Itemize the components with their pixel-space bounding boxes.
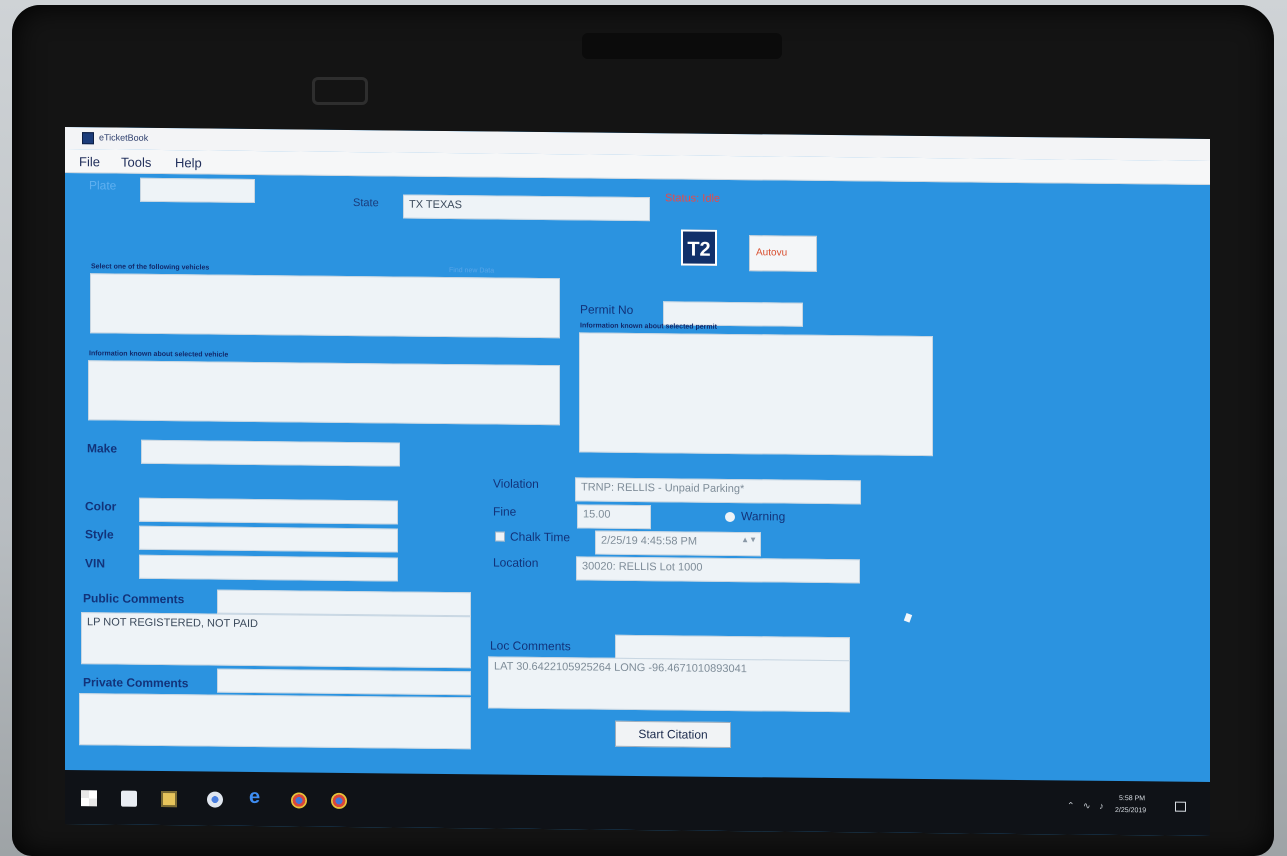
menu-tools[interactable]: Tools	[121, 155, 151, 170]
private-comments-header-field[interactable]	[217, 668, 471, 696]
clock-date[interactable]: 2/25/2019	[1115, 807, 1146, 814]
violation-field[interactable]: TRNP: RELLIS - Unpaid Parking*	[575, 477, 861, 505]
app-icon	[82, 132, 94, 145]
mouse-cursor-icon	[903, 613, 913, 623]
start-citation-button[interactable]: Start Citation	[615, 720, 731, 748]
public-comments-label: Public Comments	[83, 591, 185, 607]
vehicle-info-box	[88, 360, 560, 426]
app-screen: eTicketBook File Tools Help Plate State …	[65, 127, 1210, 836]
autovu-label: Autovu	[756, 247, 788, 259]
app-folder-icon[interactable]	[161, 791, 177, 808]
make-field[interactable]	[141, 439, 400, 467]
private-comments-box[interactable]	[79, 693, 471, 750]
select-vehicle-label: Select one of the following vehicles	[91, 263, 210, 272]
state-label: State	[353, 197, 379, 210]
system-tray-icons[interactable]: ⌃ ∿ ♪	[1067, 800, 1107, 811]
chrome-alt-icon[interactable]	[331, 792, 347, 809]
vehicle-info-label: Information known about selected vehicle	[89, 350, 229, 359]
public-comments-header-field[interactable]	[217, 589, 471, 617]
plate-label: Plate	[89, 178, 117, 193]
loc-comments-label: Loc Comments	[490, 638, 571, 654]
menu-help[interactable]: Help	[175, 155, 202, 170]
style-field[interactable]	[139, 525, 398, 553]
make-label: Make	[87, 441, 118, 456]
warning-label: Warning	[741, 509, 786, 524]
location-field[interactable]: 30020: RELLIS Lot 1000	[576, 556, 860, 584]
plate-field[interactable]	[140, 177, 255, 203]
loc-comments-box[interactable]: LAT 30.6422105925264 LONG -96.4671010893…	[488, 656, 850, 713]
edge-icon[interactable]: e	[249, 786, 260, 809]
status-text: Status: Idle	[665, 192, 721, 205]
permit-label: Permit No	[580, 302, 634, 317]
color-label: Color	[85, 499, 117, 514]
fine-field[interactable]: 15.00	[577, 504, 651, 530]
fine-label: Fine	[493, 504, 517, 519]
notification-center-icon[interactable]	[1175, 801, 1186, 812]
windows-start-icon[interactable]	[81, 790, 97, 807]
bezel-handle	[582, 33, 782, 59]
style-label: Style	[85, 527, 114, 542]
chalk-time-checkbox[interactable]	[495, 531, 505, 542]
vin-label: VIN	[85, 556, 106, 571]
location-label: Location	[493, 555, 539, 570]
clock-time[interactable]: 5:58 PM	[1119, 795, 1145, 802]
chalk-time-value: 2/25/19 4:45:58 PM	[601, 534, 698, 548]
private-comments-label: Private Comments	[83, 675, 189, 691]
permit-info-box	[579, 332, 933, 457]
bezel-slot	[312, 77, 368, 105]
state-field[interactable]: TX TEXAS	[403, 194, 650, 222]
public-comments-box[interactable]: LP NOT REGISTERED, NOT PAID	[81, 612, 471, 669]
chalk-time-label: Chalk Time	[510, 529, 571, 545]
chalk-time-field[interactable]: 2/25/19 4:45:58 PM ▲▼	[595, 530, 761, 557]
file-explorer-icon[interactable]	[121, 790, 137, 807]
chrome-icon[interactable]	[291, 792, 307, 809]
find-new-note: Find new Data	[449, 267, 495, 275]
browser-icon[interactable]	[207, 791, 223, 808]
autovu-button[interactable]: Autovu	[749, 235, 817, 272]
vin-field[interactable]	[139, 554, 398, 582]
t2-logo: T2	[681, 229, 717, 266]
vehicle-select-list[interactable]	[90, 273, 560, 339]
color-field[interactable]	[139, 497, 398, 525]
violation-label: Violation	[493, 476, 539, 491]
window-title: eTicketBook	[99, 132, 149, 143]
menu-file[interactable]: File	[79, 154, 100, 169]
permit-info-label: Information known about selected permit	[580, 322, 717, 331]
warning-checkbox[interactable]	[725, 511, 735, 523]
spinner-arrows-icon[interactable]: ▲▼	[741, 535, 757, 544]
